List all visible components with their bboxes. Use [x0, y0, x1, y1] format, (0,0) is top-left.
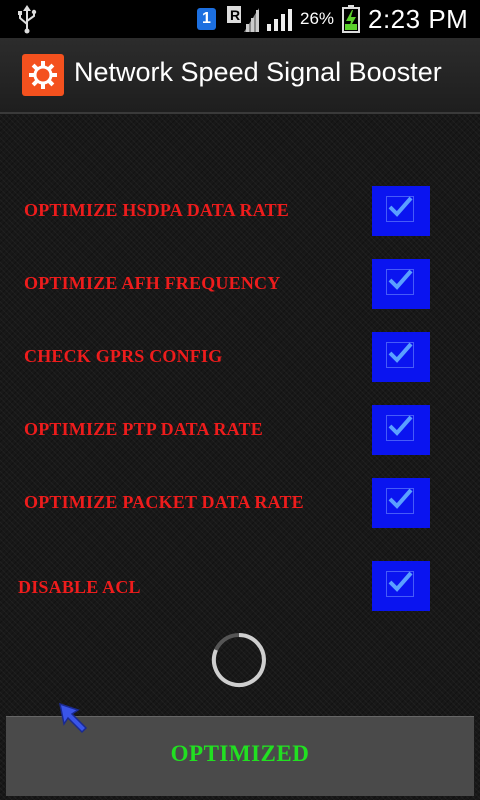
- notification-icon: 1: [197, 8, 216, 30]
- option-checkbox-gprs[interactable]: [372, 332, 430, 382]
- battery-charging-icon: [342, 5, 360, 33]
- loading-spinner-icon: [211, 633, 266, 687]
- option-checkbox-packet[interactable]: [372, 478, 430, 528]
- app-title-bar: Network Speed Signal Booster: [0, 38, 480, 114]
- option-label-acl: DISABLE ACL: [18, 577, 141, 597]
- checkmark-icon: [388, 488, 413, 509]
- arrow-pointer-icon: [59, 702, 88, 734]
- option-label-ptp: OPTIMIZE PTP DATA RATE: [24, 419, 263, 439]
- optimize-button-label: OPTIMIZED: [170, 741, 310, 766]
- status-bar: 1 R 26% 2:23 PM: [0, 0, 480, 38]
- checkmark-icon: [388, 342, 413, 363]
- option-label-afh: OPTIMIZE AFH FREQUENCY: [24, 273, 281, 293]
- option-checkbox-afh[interactable]: [372, 259, 430, 309]
- checkmark-icon: [388, 571, 413, 592]
- option-label-packet: OPTIMIZE PACKET DATA RATE: [24, 492, 304, 512]
- option-checkbox-hsdpa[interactable]: [372, 186, 430, 236]
- signal-icon: [267, 9, 292, 31]
- battery-percent: 26%: [300, 9, 335, 28]
- app-screen: 1 R 26% 2:23 PM Network Speed Signal Boo…: [0, 0, 480, 800]
- clock: 2:23 PM: [368, 4, 469, 34]
- app-title: Network Speed Signal Booster: [74, 57, 442, 87]
- checkmark-icon: [388, 269, 413, 290]
- option-checkbox-ptp[interactable]: [372, 405, 430, 455]
- option-checkbox-acl[interactable]: [372, 561, 430, 611]
- option-label-hsdpa: OPTIMIZE HSDPA DATA RATE: [24, 200, 290, 220]
- checkmark-icon: [388, 196, 413, 217]
- gear-icon: [22, 54, 64, 96]
- usb-icon: [18, 5, 37, 34]
- roaming-letter: R: [230, 7, 240, 23]
- roaming-icon: R: [227, 6, 259, 32]
- option-label-gprs: CHECK GPRS CONFIG: [24, 346, 223, 366]
- checkmark-icon: [388, 415, 413, 436]
